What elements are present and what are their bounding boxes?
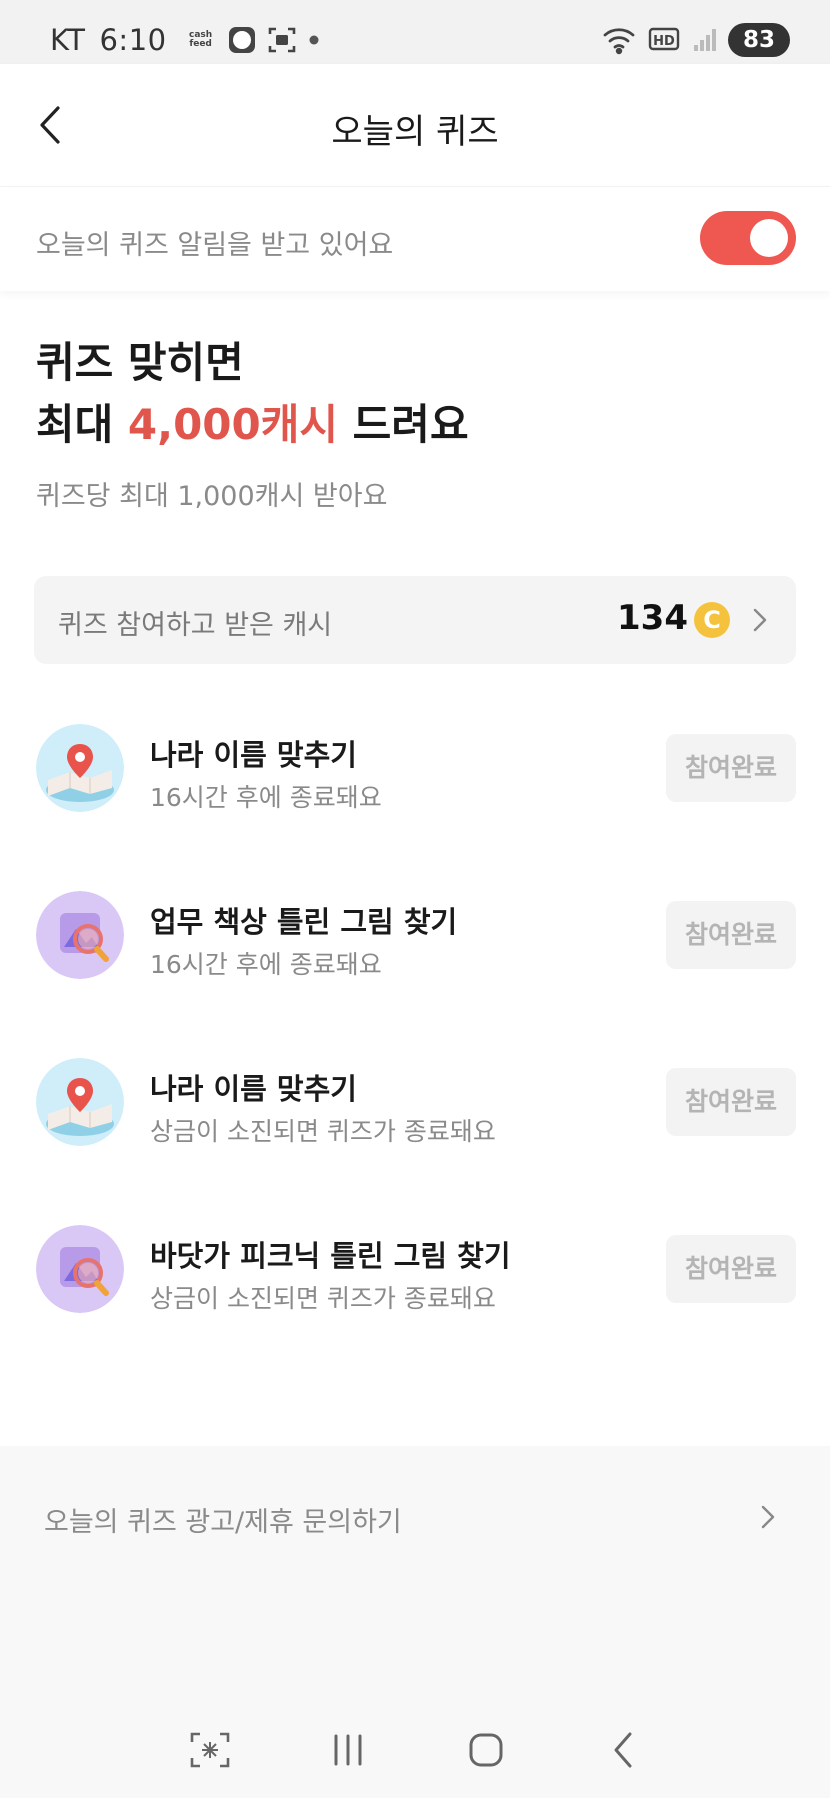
market-app-icon	[227, 25, 257, 55]
coin-icon: C	[694, 602, 730, 638]
map-pin-icon	[36, 724, 124, 812]
ad-partnership-inquiry-link[interactable]: 오늘의 퀴즈 광고/제휴 문의하기	[0, 1446, 830, 1586]
earned-cash-summary[interactable]: 퀴즈 참여하고 받은 캐시 134 C	[34, 576, 796, 664]
wifi-icon	[602, 25, 638, 55]
quiz-title: 나라 이름 맞추기	[150, 738, 357, 772]
status-bar: KT 6:10 cash feed HD 83	[0, 0, 830, 64]
participated-button[interactable]: 참여완료	[666, 1068, 796, 1136]
recent-apps-button[interactable]	[320, 1722, 376, 1778]
hero-subtitle: 퀴즈당 최대 1,000캐시 받아요	[36, 481, 388, 512]
quiz-deadline: 16시간 후에 종료돼요	[150, 950, 382, 979]
quiz-item[interactable]: 나라 이름 맞추기 16시간 후에 종료돼요 참여완료	[0, 700, 830, 840]
hero-prefix: 최대	[36, 400, 128, 449]
quiz-title: 바닷가 피크닉 틀린 그림 찾기	[150, 1239, 511, 1273]
system-back-icon	[614, 1732, 632, 1768]
capture-icon	[190, 1732, 230, 1768]
notification-label: 오늘의 퀴즈 알림을 받고 있어요	[36, 230, 394, 261]
screen-capture-button[interactable]	[182, 1722, 238, 1778]
system-navigation-bar	[0, 1700, 830, 1798]
carrier-label: KT	[50, 23, 86, 57]
recent-apps-icon	[334, 1734, 362, 1766]
quiz-title: 업무 책상 틀린 그림 찾기	[150, 905, 458, 939]
notification-toggle[interactable]	[700, 211, 796, 265]
quiz-item[interactable]: 나라 이름 맞추기 상금이 소진되면 퀴즈가 종료돼요 참여완료	[0, 1034, 830, 1174]
hero-line-1: 퀴즈 맞히면	[36, 338, 244, 387]
page-title: 오늘의 퀴즈	[331, 112, 499, 152]
clock: 6:10	[99, 23, 167, 57]
status-bar-left: KT 6:10 cash feed	[50, 20, 321, 60]
quiz-notification-row: 오늘의 퀴즈 알림을 받고 있어요	[0, 186, 830, 291]
toggle-knob	[750, 219, 788, 257]
participated-button[interactable]: 참여완료	[666, 901, 796, 969]
participated-button[interactable]: 참여완료	[666, 1235, 796, 1303]
screenshot-icon	[267, 25, 297, 55]
cashfeed-app-icon: cash feed	[189, 30, 213, 49]
map-pin-icon	[36, 1058, 124, 1146]
chevron-right-icon	[761, 1505, 775, 1529]
hero-line-2: 최대 4,000캐시 드려요	[36, 394, 796, 456]
system-back-button[interactable]	[596, 1722, 652, 1778]
hero-section: 퀴즈 맞히면 최대 4,000캐시 드려요 퀴즈당 최대 1,000캐시 받아요	[36, 332, 796, 513]
quiz-deadline: 상금이 소진되면 퀴즈가 종료돼요	[150, 1284, 496, 1313]
home-button[interactable]	[458, 1722, 514, 1778]
earned-cash-value: 134	[617, 598, 688, 638]
earned-cash-label: 퀴즈 참여하고 받은 캐시	[58, 610, 333, 641]
quiz-title: 나라 이름 맞추기	[150, 1072, 357, 1106]
chevron-right-icon	[753, 608, 767, 632]
hero-cash-amount: 4,000캐시	[127, 400, 339, 449]
quiz-item[interactable]: 업무 책상 틀린 그림 찾기 16시간 후에 종료돼요 참여완료	[0, 867, 830, 1007]
magnifier-picture-icon	[36, 891, 124, 979]
magnifier-picture-icon	[36, 1225, 124, 1313]
notification-dot-icon	[307, 33, 321, 47]
ad-partnership-inquiry-label: 오늘의 퀴즈 광고/제휴 문의하기	[44, 1507, 402, 1538]
status-bar-right: HD 83	[602, 20, 790, 60]
battery-indicator: 83	[728, 23, 790, 57]
svg-text:HD: HD	[653, 34, 675, 49]
quiz-deadline: 상금이 소진되면 퀴즈가 종료돼요	[150, 1117, 496, 1146]
home-icon	[469, 1733, 503, 1767]
hero-suffix: 드려요	[338, 400, 469, 449]
participated-button[interactable]: 참여완료	[666, 734, 796, 802]
quiz-deadline: 16시간 후에 종료돼요	[150, 783, 382, 812]
hd-voice-icon: HD	[648, 26, 682, 54]
signal-icon	[692, 27, 718, 53]
app-header: 오늘의 퀴즈	[0, 64, 830, 186]
quiz-item[interactable]: 바닷가 피크닉 틀린 그림 찾기 상금이 소진되면 퀴즈가 종료돼요 참여완료	[0, 1201, 830, 1341]
